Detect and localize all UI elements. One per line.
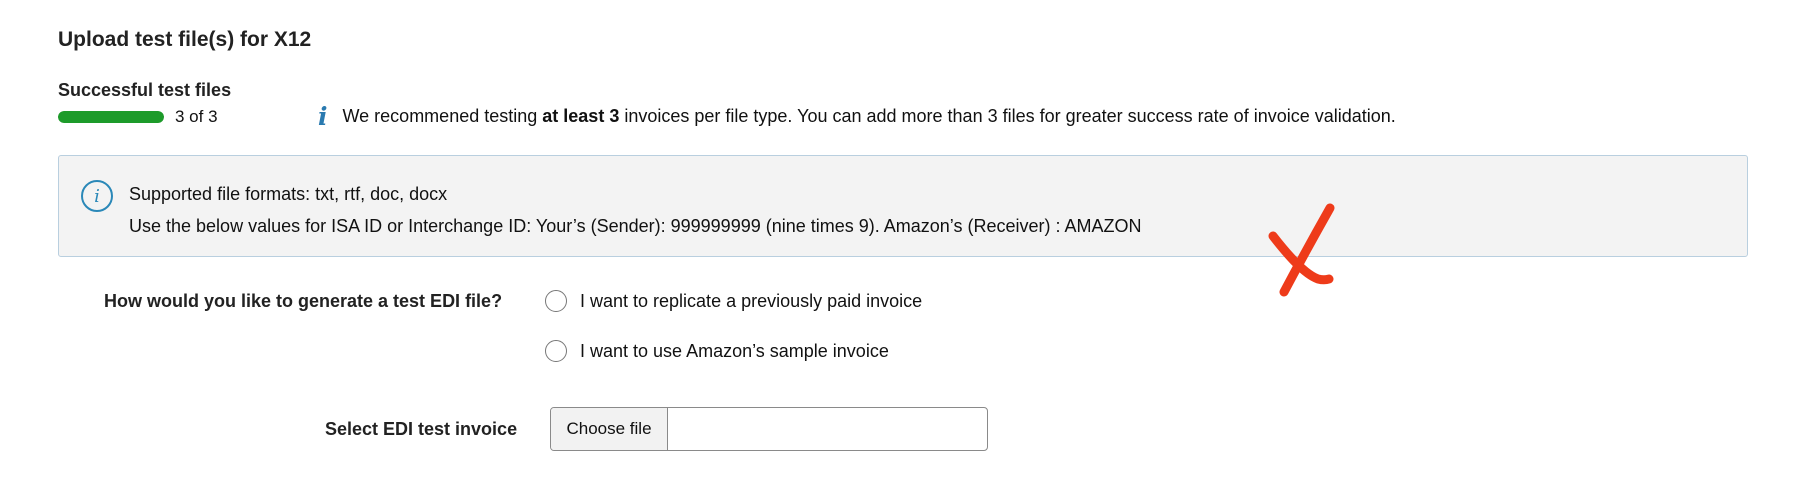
tip-emphasis: at least 3 (542, 106, 620, 126)
select-invoice-label: Select EDI test invoice (325, 419, 518, 439)
file-name-field[interactable] (668, 408, 987, 450)
info-circle-icon: i (81, 180, 113, 212)
progress-label: Successful test files (58, 80, 232, 100)
red-x-mark-icon (1268, 203, 1335, 297)
radio-sample-invoice[interactable]: I want to use Amazon’s sample invoice (545, 340, 889, 362)
progress-row: 3 of 3 (58, 107, 231, 127)
generate-question-label: How would you like to generate a test ED… (104, 291, 503, 311)
info-italic-icon: i (318, 102, 328, 131)
progress-bar (58, 111, 164, 123)
tip-text: We recommened testing at least 3 invoice… (343, 106, 1396, 127)
radio-button-sample[interactable] (545, 340, 567, 362)
progress-count: 3 of 3 (175, 107, 218, 126)
progress-block: Successful test files 3 of 3 (58, 80, 231, 127)
upload-test-files-page: Upload test file(s) for X12 Successful t… (0, 0, 1800, 480)
radio-label-sample: I want to use Amazon’s sample invoice (580, 340, 889, 361)
isa-id-text: Use the below values for ISA ID or Inter… (129, 216, 1142, 236)
recommendation-tip: i We recommened testing at least 3 invoi… (318, 104, 1396, 129)
supported-formats-text: Supported file formats: txt, rtf, doc, d… (129, 184, 448, 204)
page-title: Upload test file(s) for X12 (58, 28, 312, 51)
tip-text-before: We recommened testing (342, 106, 538, 126)
choose-file-button[interactable]: Choose file (551, 408, 668, 450)
radio-button-replicate[interactable] (545, 290, 567, 312)
progress-fill (58, 111, 164, 123)
info-box: i Supported file formats: txt, rtf, doc,… (58, 155, 1748, 257)
tip-text-after: invoices per file type. You can add more… (624, 106, 1396, 126)
file-picker[interactable]: Choose file (550, 407, 988, 451)
radio-label-replicate: I want to replicate a previously paid in… (580, 290, 923, 311)
radio-replicate-invoice[interactable]: I want to replicate a previously paid in… (545, 290, 922, 312)
